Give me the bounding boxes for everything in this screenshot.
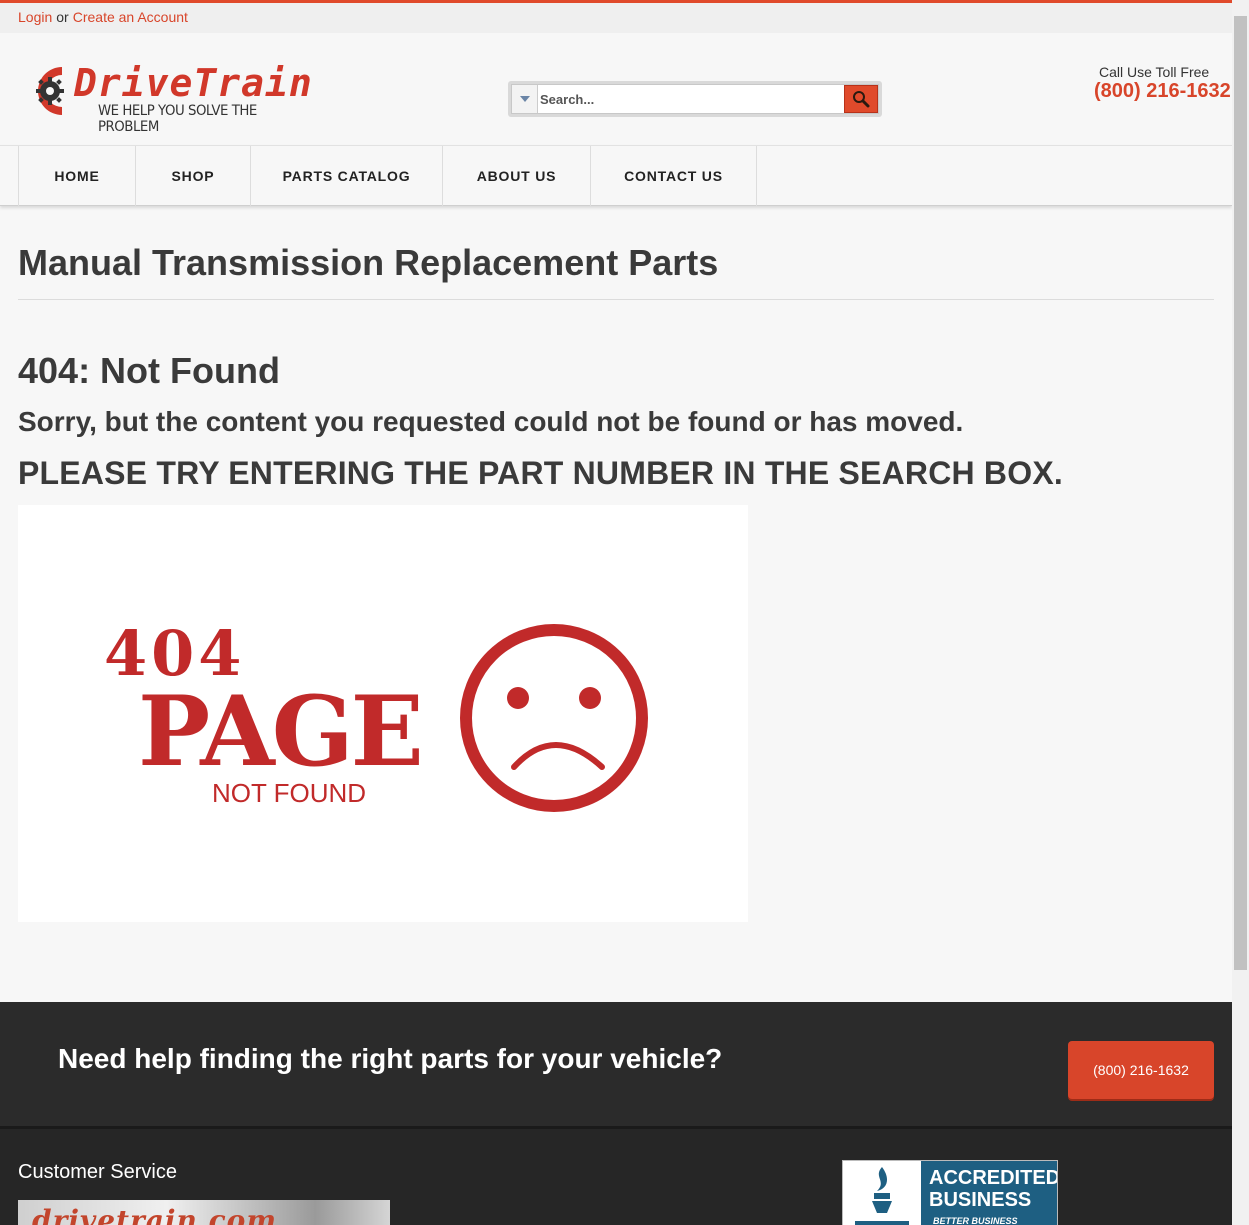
bbb-line3: BETTER BUSINESS BUREAU [933, 1216, 1018, 1225]
toll-free-phone[interactable]: (800) 216-1632 [1094, 80, 1231, 103]
toll-free-label: Call Use Toll Free [1099, 64, 1210, 80]
scrollbar-thumb[interactable] [1234, 16, 1247, 970]
search-bar [508, 81, 882, 117]
error-heading: 404: Not Found [18, 350, 280, 391]
account-bar: Login or Create an Account [0, 3, 1232, 33]
login-link[interactable]: Login [18, 9, 52, 25]
customer-service-heading: Customer Service [18, 1161, 177, 1183]
logo-tagline: WE HELP YOU SOLVE THE PROBLEM [98, 103, 257, 135]
nav-item-about-us[interactable]: ABOUT US [443, 146, 591, 206]
logo-wordmark: DriveTrain [74, 61, 313, 105]
search-input[interactable] [540, 87, 840, 111]
help-cta-section: Need help finding the right parts for yo… [0, 1002, 1232, 1126]
site-header: DriveTrain WE HELP YOU SOLVE THE PROBLEM… [0, 33, 1232, 145]
main-navigation: HOME SHOP PARTS CATALOG ABOUT US CONTACT… [0, 145, 1232, 206]
404-word: PAGE [138, 675, 421, 788]
nav-item-shop[interactable]: SHOP [136, 146, 251, 206]
404-subtext: NOT FOUND [212, 778, 366, 808]
gear-icon [36, 67, 64, 115]
error-hint: PLEASE TRY ENTERING THE PART NUMBER IN T… [18, 455, 1063, 491]
call-button[interactable]: (800) 216-1632 [1068, 1041, 1214, 1099]
sad-face-icon [460, 624, 648, 812]
search-category-dropdown[interactable] [512, 85, 538, 113]
404-graphic: 404 PAGE NOT FOUND [104, 617, 648, 812]
search-icon [853, 91, 870, 108]
divider [18, 299, 1214, 300]
bbb-line1: ACCREDITED [929, 1167, 1058, 1189]
cta-text: Need help finding the right parts for yo… [58, 1043, 723, 1074]
drivetrain-logo[interactable]: DriveTrain WE HELP YOU SOLVE THE PROBLEM [22, 61, 322, 135]
banner-text: drivetrain.com [32, 1204, 277, 1225]
bbb-badge[interactable]: ACCREDITED BUSINESS BETTER BUSINESS BURE… [842, 1160, 1058, 1225]
nav-item-home[interactable]: HOME [19, 146, 136, 206]
nav-list: HOME SHOP PARTS CATALOG ABOUT US CONTACT… [18, 146, 757, 206]
404-illustration: 404 PAGE NOT FOUND [18, 505, 748, 922]
page-scrollbar[interactable] [1232, 0, 1249, 1225]
create-account-link[interactable]: Create an Account [73, 9, 188, 25]
page-title: Manual Transmission Replacement Parts [18, 242, 719, 283]
search-box [511, 84, 879, 114]
chevron-down-icon [519, 96, 530, 102]
bbb-torch-icon [855, 1167, 909, 1225]
footer: Customer Service drivetrain.com ACCREDIT… [0, 1126, 1232, 1225]
nav-item-parts-catalog[interactable]: PARTS CATALOG [251, 146, 443, 206]
drivetrain-banner[interactable]: drivetrain.com [18, 1200, 390, 1225]
error-message: Sorry, but the content you requested cou… [18, 406, 964, 437]
nav-item-contact-us[interactable]: CONTACT US [591, 146, 757, 206]
bbb-line2: BUSINESS [929, 1189, 1032, 1211]
or-text: or [56, 9, 69, 25]
search-button[interactable] [844, 85, 878, 113]
